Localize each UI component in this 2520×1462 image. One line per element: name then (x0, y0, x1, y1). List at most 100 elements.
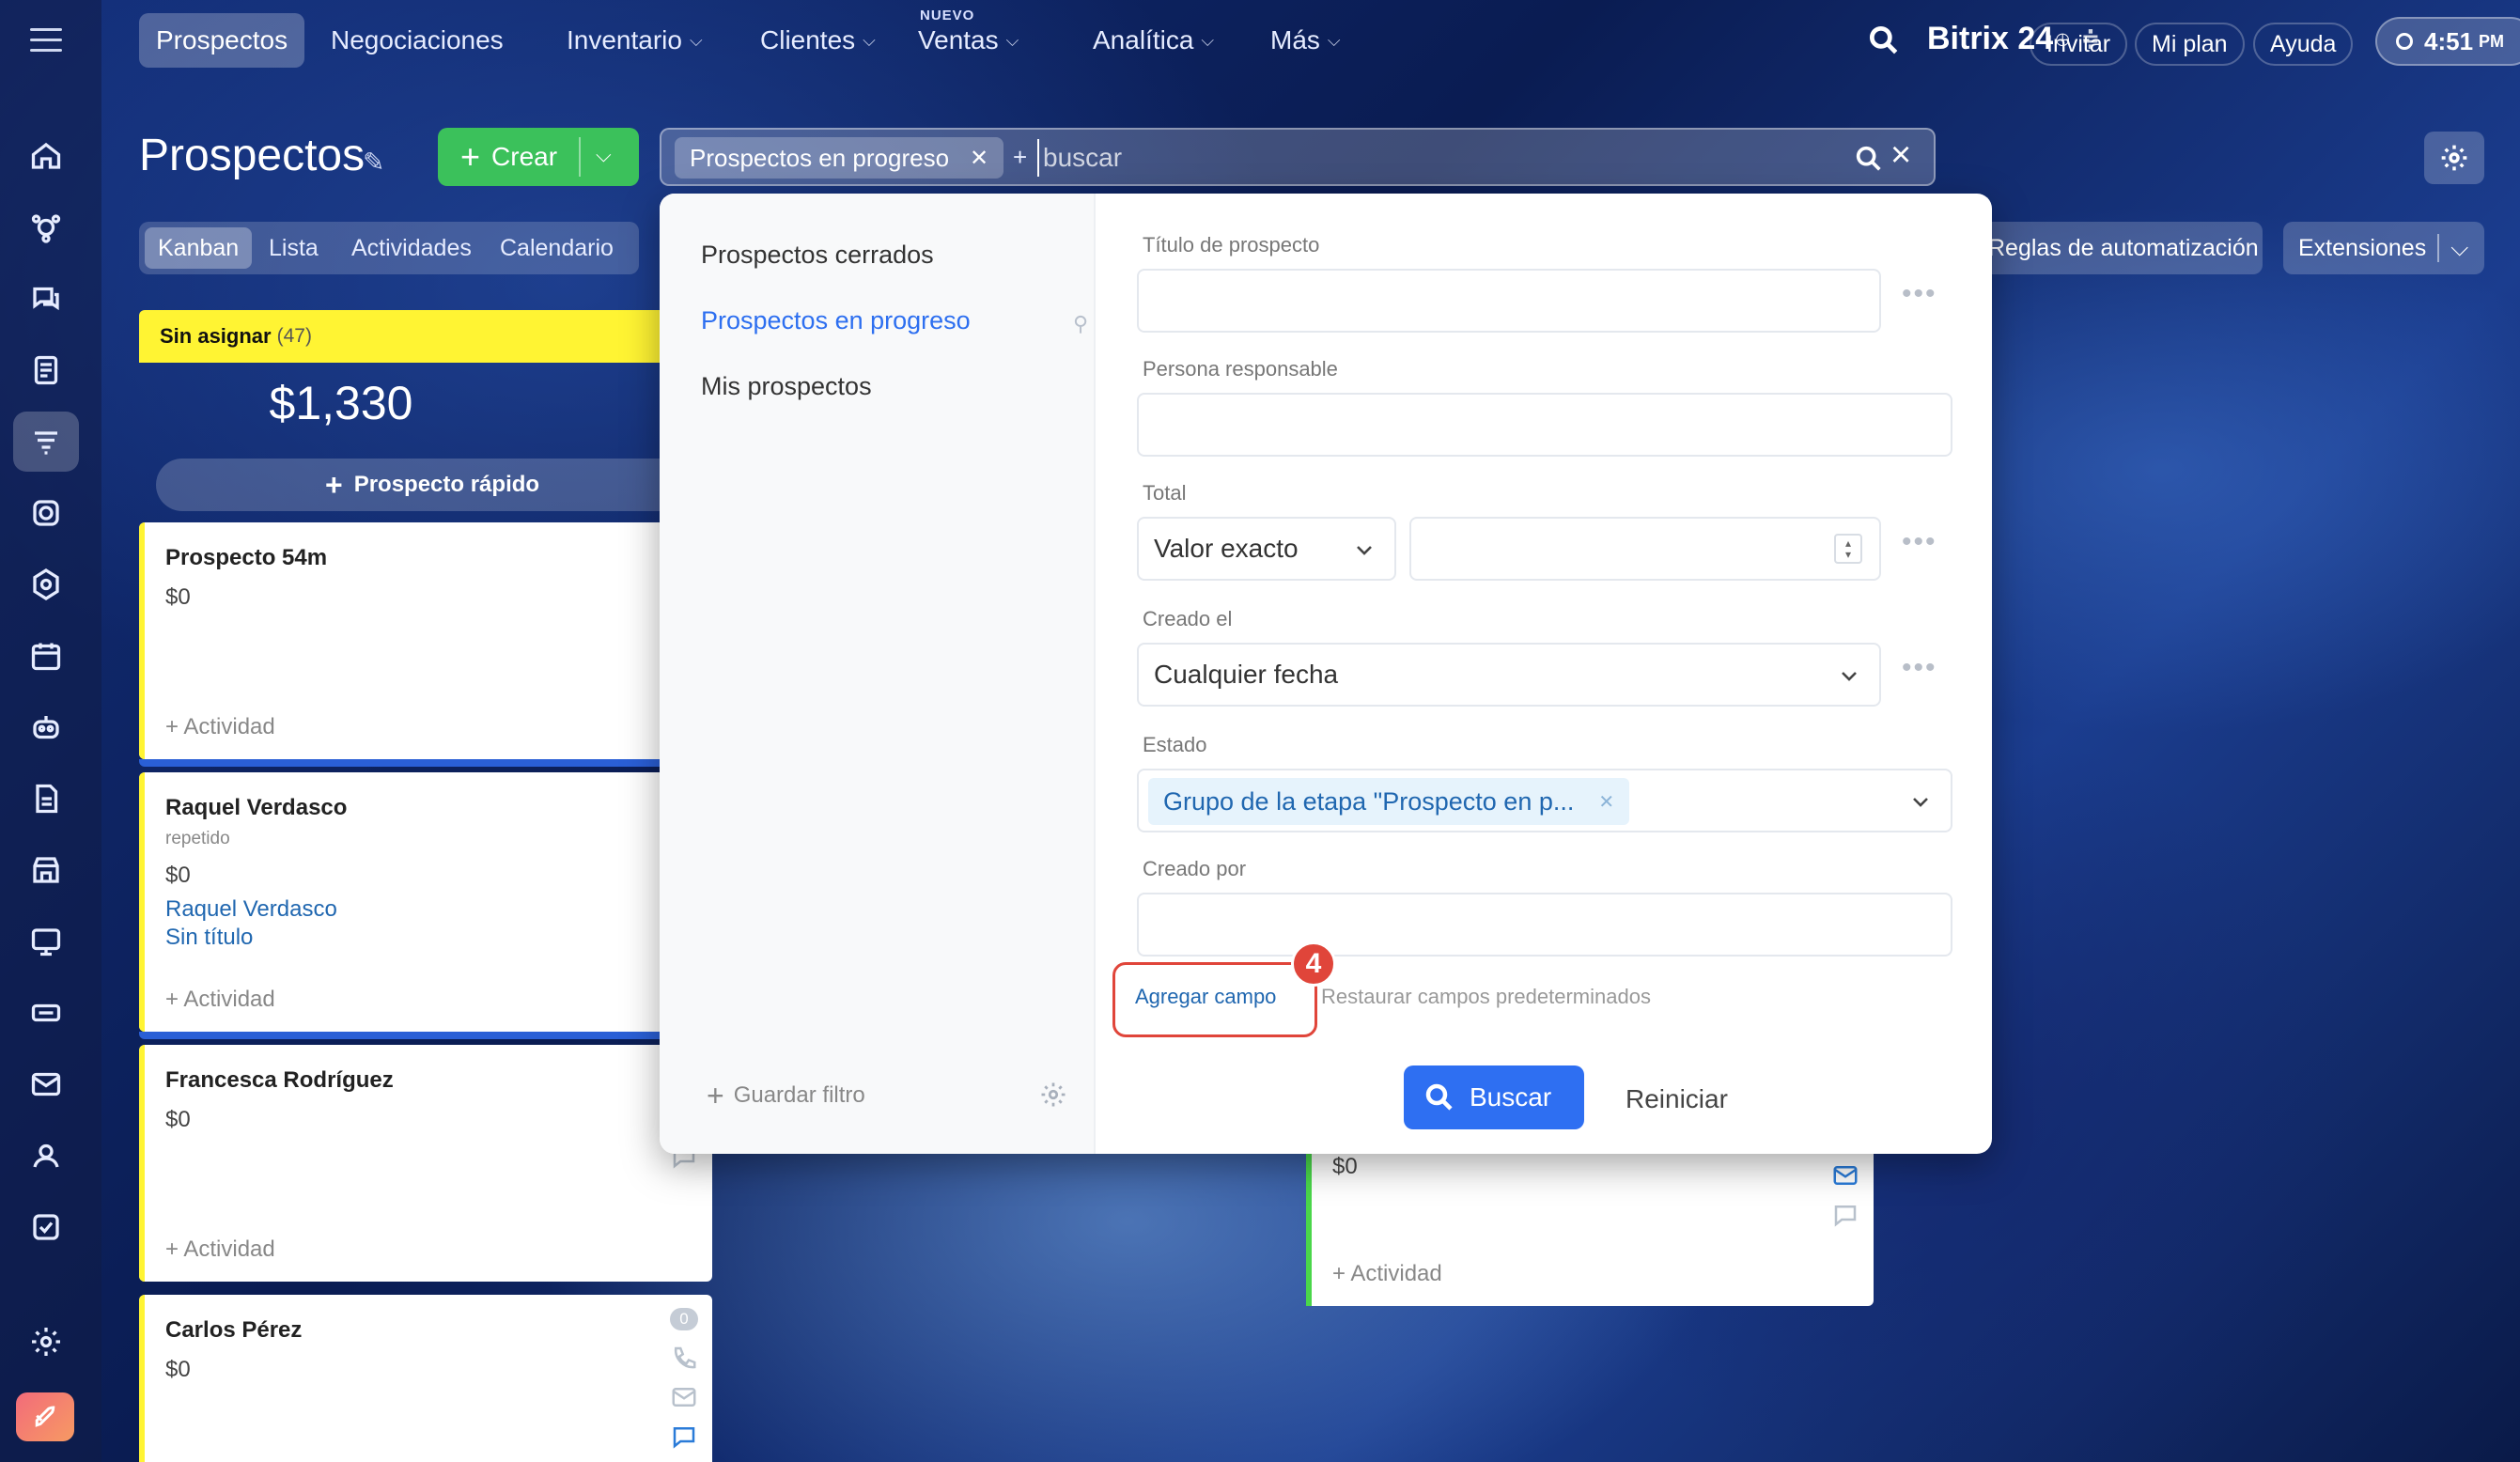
sales-icon[interactable] (13, 483, 79, 543)
preset-mine[interactable]: Mis prospectos (701, 372, 872, 401)
pin-icon[interactable]: ✎ (363, 147, 384, 178)
worktime-clock[interactable]: 4:51 PM (2375, 17, 2520, 66)
chevron-down-icon (1838, 663, 1859, 684)
inventory-icon[interactable] (13, 983, 79, 1043)
crm-funnel-icon[interactable] (13, 412, 79, 472)
contacts-icon[interactable] (13, 1126, 79, 1186)
nav-item-analitica[interactable]: Analítica ⌵ (1076, 13, 1231, 68)
filter-search-bar[interactable]: Prospectos en progreso ✕ + × (660, 128, 1936, 186)
tasks-icon[interactable] (13, 1197, 79, 1257)
search-icon[interactable] (1853, 143, 1885, 175)
card-title[interactable]: Raquel Verdasco (165, 795, 686, 821)
tab-kanban[interactable]: Kanban (145, 227, 253, 269)
status-select[interactable]: Grupo de la etapa "Prospecto en p... ✕ (1137, 769, 1952, 832)
filter-panel: Prospectos cerrados Prospectos en progre… (660, 194, 1992, 1154)
document-icon[interactable] (13, 769, 79, 829)
more-options-icon[interactable]: ••• (1902, 526, 1937, 558)
feed-icon[interactable] (13, 340, 79, 400)
create-label: Crear (491, 142, 558, 171)
nav-item-inventario[interactable]: Inventario ⌵ (550, 13, 720, 68)
card-title[interactable]: Carlos Pérez (165, 1317, 686, 1344)
mail-icon[interactable] (670, 1383, 698, 1411)
kanban-card[interactable]: Raquel Verdasco repetido $0 Raquel Verda… (139, 772, 712, 1039)
tab-calendario[interactable]: Calendario (487, 227, 627, 269)
active-filter-chip[interactable]: Prospectos en progreso ✕ (675, 137, 1004, 179)
menu-icon[interactable] (30, 28, 62, 52)
chat-icon[interactable] (13, 269, 79, 329)
total-value-input[interactable]: ▴ ▾ (1409, 517, 1881, 581)
nav-item-prospectos[interactable]: Prospectos (139, 13, 305, 68)
save-filter-button[interactable]: + Guardar filtro (707, 1081, 865, 1111)
help-button[interactable]: Ayuda (2253, 23, 2354, 66)
invite-button[interactable]: Invitar (2030, 23, 2128, 66)
pin-icon[interactable]: ⚲ (1073, 312, 1088, 336)
more-options-icon[interactable]: ••• (1902, 652, 1937, 684)
more-options-icon[interactable]: ••• (1902, 278, 1937, 310)
number-stepper[interactable]: ▴ ▾ (1834, 534, 1862, 564)
chevron-down-icon: ⌵ (1327, 30, 1341, 50)
robot-icon[interactable] (13, 697, 79, 757)
title-input[interactable] (1137, 269, 1881, 333)
responsible-input[interactable] (1137, 393, 1952, 457)
created-by-input[interactable] (1137, 893, 1952, 957)
rocket-icon[interactable] (16, 1392, 74, 1441)
comment-icon[interactable] (670, 1423, 698, 1451)
add-activity-link[interactable]: + Actividad (165, 1236, 275, 1263)
phone-icon[interactable] (670, 1344, 698, 1372)
close-icon[interactable]: ✕ (970, 145, 988, 172)
kanban-card[interactable]: $0 + Actividad (1306, 1128, 1874, 1306)
extensions-button[interactable]: Extensiones ⌵ (2283, 222, 2484, 274)
quick-add-button[interactable]: + Prospecto rápido (156, 459, 720, 511)
settings-icon[interactable] (13, 1312, 79, 1372)
clear-icon[interactable]: × (1890, 137, 1911, 173)
tab-actividades[interactable]: Actividades (338, 227, 485, 269)
chevron-down-icon[interactable]: ⌵ (596, 143, 612, 167)
sites-icon[interactable] (13, 911, 79, 972)
my-plan-button[interactable]: Mi plan (2135, 23, 2245, 66)
card-title[interactable]: Francesca Rodríguez (165, 1067, 686, 1094)
kanban-card[interactable]: Carlos Pérez $0 0 (139, 1295, 712, 1462)
company-link[interactable]: Sin título (165, 925, 686, 951)
status-tag[interactable]: Grupo de la etapa "Prospecto en p... ✕ (1148, 778, 1630, 825)
chevron-down-icon[interactable]: ⌵ (2450, 235, 2468, 262)
home-icon[interactable] (13, 126, 79, 186)
gear-icon[interactable] (1039, 1081, 1067, 1109)
preset-closed[interactable]: Prospectos cerrados (701, 241, 934, 270)
restore-defaults-link[interactable]: Restaurar campos predeterminados (1321, 985, 1651, 1009)
total-type-select[interactable]: Valor exacto (1137, 517, 1396, 581)
add-field-link[interactable]: Agregar campo (1135, 985, 1276, 1009)
card-stripe (139, 1045, 145, 1282)
nav-label: Prospectos (156, 25, 288, 54)
create-button[interactable]: + Crear ⌵ (438, 128, 639, 186)
nav-item-ventas[interactable]: Ventas ⌵ (901, 13, 1035, 68)
close-icon[interactable]: ✕ (1598, 790, 1614, 814)
calendar-icon[interactable] (13, 626, 79, 686)
automation-icon[interactable] (13, 554, 79, 614)
tab-lista[interactable]: Lista (256, 227, 332, 269)
card-stripe (139, 772, 145, 1032)
mail-icon[interactable] (13, 1054, 79, 1114)
global-search-icon[interactable] (1866, 23, 1902, 58)
automation-rules-button[interactable]: Reglas de automatización (1971, 222, 2263, 274)
add-activity-link[interactable]: + Actividad (165, 714, 275, 740)
add-activity-link[interactable]: + Actividad (165, 987, 275, 1013)
mail-icon[interactable] (1831, 1161, 1859, 1190)
gear-icon[interactable] (2424, 132, 2484, 184)
card-title[interactable]: Prospecto 54m (165, 545, 686, 571)
store-icon[interactable] (13, 840, 79, 900)
add-activity-link[interactable]: + Actividad (1332, 1261, 1442, 1287)
nav-item-mas[interactable]: Más ⌵ (1253, 13, 1358, 68)
kanban-card[interactable]: Prospecto 54m $0 + Actividad (139, 522, 712, 767)
nav-item-negociaciones[interactable]: Negociaciones (314, 13, 521, 68)
comment-icon[interactable] (1831, 1201, 1859, 1229)
contact-link[interactable]: Raquel Verdasco (165, 896, 686, 923)
search-input[interactable] (1037, 139, 1563, 177)
nav-item-clientes[interactable]: Clientes ⌵ (743, 13, 893, 68)
kanban-card[interactable]: Francesca Rodríguez $0 + Actividad (139, 1045, 712, 1282)
created-date-select[interactable]: Cualquier fecha (1137, 643, 1881, 707)
search-button[interactable]: Buscar (1404, 1065, 1584, 1129)
column-header[interactable]: Sin asignar (47) (139, 310, 712, 363)
collab-icon[interactable] (13, 197, 79, 257)
reset-button[interactable]: Reiniciar (1626, 1084, 1728, 1114)
preset-in-progress[interactable]: Prospectos en progreso (701, 306, 971, 335)
